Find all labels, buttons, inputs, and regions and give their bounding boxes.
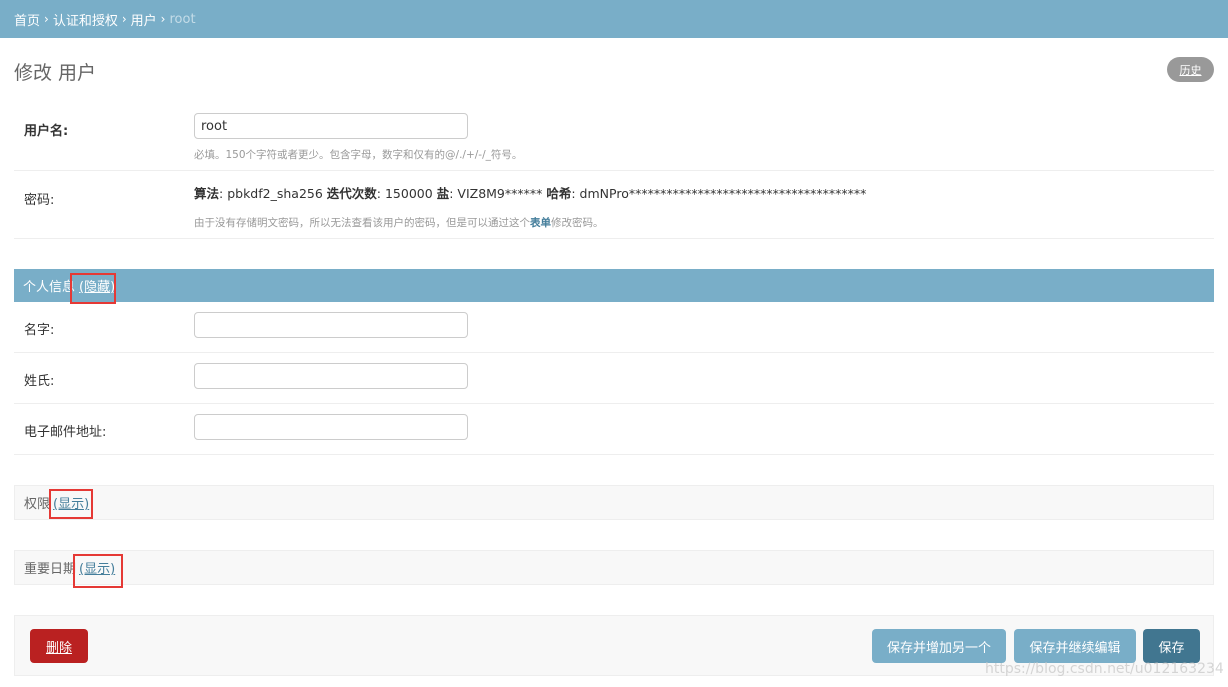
important-dates-title: 重要日期 (24, 562, 77, 577)
username-input[interactable] (194, 113, 468, 139)
breadcrumb-model[interactable]: 用户 (131, 10, 157, 29)
password-hash-summary: 算法: pbkdf2_sha256 迭代次数: 150000 盐: VIZ8M9… (194, 183, 866, 202)
username-label: 用户名: (24, 124, 69, 139)
algorithm-value: : pbkdf2_sha256 (219, 186, 327, 201)
last-name-label: 姓氏: (24, 374, 55, 389)
permissions-section: 权限 (显示) (14, 485, 1214, 520)
page-title: 修改 用户 (14, 62, 97, 84)
password-change-link[interactable]: 表单 (530, 217, 551, 229)
save-button[interactable]: 保存 (1143, 629, 1200, 663)
breadcrumb-home[interactable]: 首页 (14, 10, 40, 29)
password-help-text: 由于没有存储明文密码，所以无法查看该用户的密码，但是可以通过这个 (194, 217, 530, 229)
email-row: 电子邮件地址: (14, 404, 1214, 455)
breadcrumb-separator: › (121, 12, 127, 26)
save-and-add-another-button[interactable]: 保存并增加另一个 (872, 629, 1006, 663)
important-dates-section: 重要日期 (显示) (14, 550, 1214, 585)
password-help-text-end: 修改密码。 (551, 217, 604, 229)
history-button[interactable]: 历史 (1167, 57, 1214, 82)
salt-value: : VIZ8M9****** (449, 186, 547, 201)
first-name-label: 名字: (24, 323, 55, 338)
first-name-row: 名字: (14, 302, 1214, 353)
personal-info-toggle[interactable]: (隐藏) (79, 276, 115, 295)
iterations-label: 迭代次数 (326, 186, 377, 201)
first-name-input[interactable] (194, 312, 468, 338)
breadcrumb: 首页 › 认证和授权 › 用户 › root (0, 0, 1228, 38)
password-label: 密码: (24, 193, 55, 208)
save-and-continue-button[interactable]: 保存并继续编辑 (1014, 629, 1136, 663)
breadcrumb-separator: › (160, 12, 166, 26)
password-help: 由于没有存储明文密码，所以无法查看该用户的密码，但是可以通过这个表单修改密码。 (194, 215, 604, 230)
important-dates-toggle[interactable]: (显示) (79, 558, 115, 577)
watermark: https://blog.csdn.net/u012163234 (985, 661, 1224, 677)
iterations-value: : 150000 (376, 186, 437, 201)
last-name-input[interactable] (194, 363, 468, 389)
delete-button[interactable]: 删除 (30, 629, 88, 663)
last-name-row: 姓氏: (14, 353, 1214, 404)
username-row: 用户名: 必填。150个字符或者更少。包含字母，数字和仅有的@/./+/-/_符… (14, 102, 1214, 171)
breadcrumb-current: root (169, 11, 196, 27)
hash-label: 哈希 (546, 186, 572, 201)
algorithm-label: 算法 (194, 186, 220, 201)
email-label: 电子邮件地址: (24, 425, 107, 440)
password-row: 密码: 算法: pbkdf2_sha256 迭代次数: 150000 盐: VI… (14, 171, 1214, 239)
permissions-toggle[interactable]: (显示) (53, 493, 89, 512)
hash-value: : dmNPro********************************… (571, 186, 867, 201)
breadcrumb-separator: › (44, 12, 49, 26)
email-input[interactable] (194, 414, 468, 440)
username-help: 必填。150个字符或者更少。包含字母，数字和仅有的@/./+/-/_符号。 (194, 149, 523, 161)
permissions-title: 权限 (24, 497, 51, 512)
salt-label: 盐 (436, 186, 450, 201)
personal-info-title: 个人信息 (23, 280, 76, 295)
breadcrumb-app[interactable]: 认证和授权 (53, 10, 118, 29)
personal-info-header: 个人信息 (隐藏) (14, 269, 1214, 302)
